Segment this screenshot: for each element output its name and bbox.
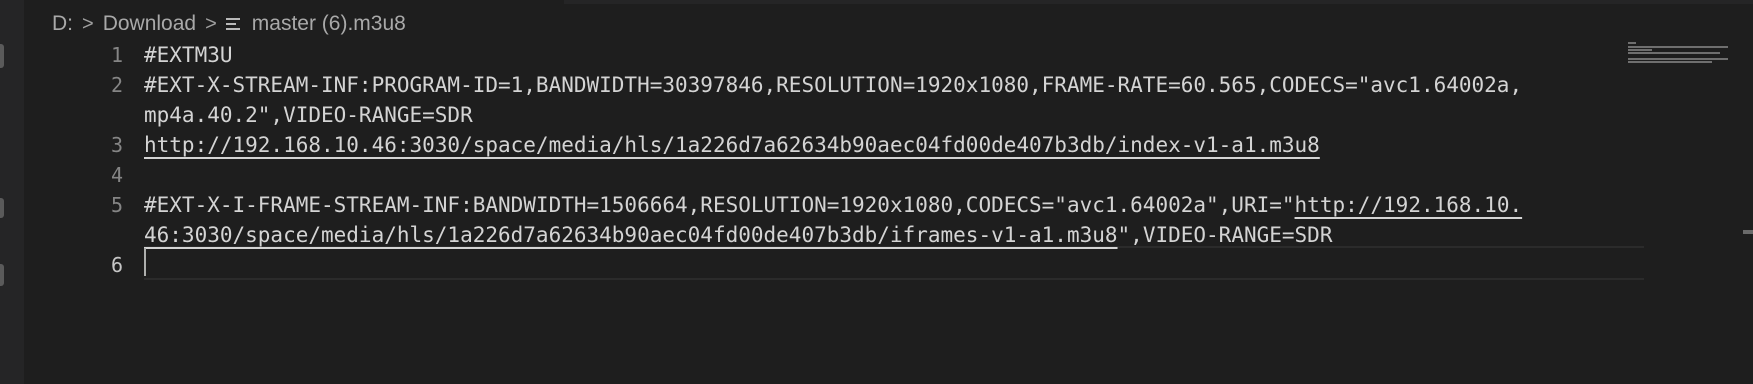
minimap[interactable] [1628,42,1728,72]
line-number: 2 [110,73,123,97]
line-number: 1 [110,43,123,67]
text-cursor [144,248,146,276]
activity-bar [0,0,24,384]
chevron-right-icon: > [205,12,217,35]
line-number: 4 [110,163,123,187]
code-line[interactable]: #EXTM3U [144,39,233,72]
code-line[interactable]: #EXT-X-I-FRAME-STREAM-INF:BANDWIDTH=1506… [144,189,1522,222]
code-line[interactable]: #EXT-X-STREAM-INF:PROGRAM-ID=1,BANDWIDTH… [144,69,1522,102]
activity-indicator [0,264,4,286]
list-file-icon [225,15,242,33]
line-number: 5 [110,193,123,217]
tab-strip [24,0,1753,4]
line-number: 3 [110,133,123,157]
url-link[interactable]: http://192.168.10.46:3030/space/media/hl… [144,133,1320,157]
code-text: #EXT-X-I-FRAME-STREAM-INF:BANDWIDTH=1506… [144,193,1295,217]
url-link[interactable]: http://192.168.10. [1295,193,1523,217]
code-line[interactable]: mp4a.40.2",VIDEO-RANGE=SDR [144,99,473,132]
active-tab-edge[interactable] [24,0,564,4]
url-link[interactable]: 46:3030/space/media/hls/1a226d7a62634b90… [144,223,1118,247]
code-editor[interactable]: 1 2 3 4 5 6 #EXTM3U #EXT-X-STREAM-INF:PR… [24,43,1724,384]
breadcrumb-folder[interactable]: Download [103,12,196,36]
breadcrumb: D: > Download > master (6).m3u8 [52,10,406,38]
breadcrumb-file[interactable]: master (6).m3u8 [252,12,406,36]
code-line[interactable]: 46:3030/space/media/hls/1a226d7a62634b90… [144,219,1332,252]
line-number: 6 [110,253,123,277]
activity-indicator [0,198,4,218]
code-text: ",VIDEO-RANGE=SDR [1117,223,1333,247]
breadcrumb-drive[interactable]: D: [52,12,73,36]
code-line[interactable]: http://192.168.10.46:3030/space/media/hl… [144,129,1320,162]
chevron-right-icon: > [82,12,94,35]
activity-indicator [0,44,4,68]
scrollbar-marker[interactable] [1743,230,1753,234]
